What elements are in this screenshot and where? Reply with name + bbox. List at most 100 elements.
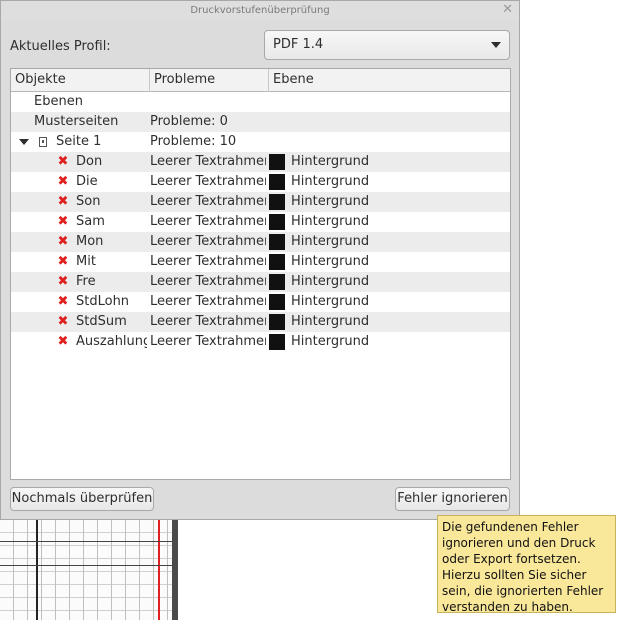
tree-row-layers[interactable]: Ebenen [11, 92, 510, 112]
object-name: Sam [76, 214, 105, 229]
layer-name: Hintergrund [291, 234, 370, 249]
object-cell: ✖ Mon [11, 232, 147, 252]
layer-name: Hintergrund [291, 154, 370, 169]
ignore-errors-button[interactable]: Fehler ignorieren [395, 487, 510, 511]
recheck-button[interactable]: Nochmals überprüfen [10, 487, 154, 511]
problems-cell: Leerer Textrahmen [150, 214, 266, 229]
layer-cell: Hintergrund [269, 172, 510, 192]
problems-cell: Leerer Textrahmen [150, 194, 266, 209]
window-title: Druckvorstufenüberprüfung [190, 5, 330, 16]
object-name: Mit [76, 254, 96, 269]
error-icon: ✖ [57, 254, 69, 269]
close-icon[interactable]: ✕ [502, 3, 513, 17]
object-name: Don [76, 154, 103, 169]
object-name: StdSum [76, 314, 127, 329]
problems-cell: Leerer Textrahmen [150, 334, 266, 349]
title-bar[interactable]: Druckvorstufenüberprüfung ✕ [1, 1, 519, 21]
column-header-objects[interactable]: Objekte [11, 69, 150, 92]
problems-cell: Leerer Textrahmen [150, 234, 266, 249]
expander-down-icon[interactable] [19, 139, 29, 145]
tree-row-issue[interactable]: ✖ Mit Leerer Textrahmen Hintergrund [11, 252, 510, 272]
tree-row-issue[interactable]: ✖ Die Leerer Textrahmen Hintergrund [11, 172, 510, 192]
object-cell: ✖ Auszahlung [11, 332, 147, 352]
object-cell: ✖ Die [11, 172, 147, 192]
object-cell: ✖ Son [11, 192, 147, 212]
object-name: Auszahlung [76, 334, 147, 349]
object-name: Die [76, 174, 98, 189]
layer-color-swatch [269, 174, 285, 190]
tree-row-issue[interactable]: ✖ StdLohn Leerer Textrahmen Hintergrund [11, 292, 510, 312]
object-cell: ✖ Sam [11, 212, 147, 232]
error-icon: ✖ [57, 334, 69, 349]
tree-row-master-pages[interactable]: Musterseiten Probleme: 0 [11, 112, 510, 132]
layer-cell: Hintergrund [269, 192, 510, 212]
layer-cell: Hintergrund [269, 252, 510, 272]
layer-color-swatch [269, 254, 285, 270]
layer-color-swatch [269, 214, 285, 230]
error-icon: ✖ [57, 294, 69, 309]
preflight-dialog: Druckvorstufenüberprüfung ✕ Aktuelles Pr… [0, 0, 520, 520]
object-name: Fre [76, 274, 96, 289]
tree-row-page-1[interactable]: Seite 1 Probleme: 10 [11, 132, 510, 152]
object-name: Son [76, 194, 101, 209]
layer-cell: Hintergrund [269, 232, 510, 252]
tree-row-issue[interactable]: ✖ StdSum Leerer Textrahmen Hintergrund [11, 312, 510, 332]
tree-row-issue[interactable]: ✖ Son Leerer Textrahmen Hintergrund [11, 192, 510, 212]
object-name: Musterseiten [34, 114, 119, 129]
profile-label: Aktuelles Profil: [10, 39, 111, 54]
tree-row-issue[interactable]: ✖ Fre Leerer Textrahmen Hintergrund [11, 272, 510, 292]
layer-color-swatch [269, 314, 285, 330]
profile-select[interactable]: PDF 1.4 [264, 30, 510, 60]
layer-cell: Hintergrund [269, 292, 510, 312]
tree-row-issue[interactable]: ✖ Sam Leerer Textrahmen Hintergrund [11, 212, 510, 232]
object-name: StdLohn [76, 294, 130, 309]
error-icon: ✖ [57, 214, 69, 229]
layer-cell: Hintergrund [269, 272, 510, 292]
layer-color-swatch [269, 334, 285, 350]
layer-color-swatch [269, 274, 285, 290]
canvas-scrollbar[interactable] [172, 520, 178, 620]
grid-guide-line [0, 541, 172, 542]
object-cell: ✖ Fre [11, 272, 147, 292]
column-header-layer[interactable]: Ebene [269, 69, 510, 92]
page-bleed-guide [158, 520, 160, 620]
problems-cell: Leerer Textrahmen [150, 274, 266, 289]
document-page-grid [0, 520, 172, 620]
problems-cell: Leerer Textrahmen [150, 174, 266, 189]
layer-name: Hintergrund [291, 334, 370, 349]
chevron-down-icon [491, 42, 501, 48]
layer-name: Hintergrund [291, 254, 370, 269]
column-header-problems[interactable]: Probleme [150, 69, 269, 92]
layer-cell: Hintergrund [269, 332, 510, 352]
tree-row-issue[interactable]: ✖ Don Leerer Textrahmen Hintergrund [11, 152, 510, 172]
layer-color-swatch [269, 154, 285, 170]
issues-tree[interactable]: Objekte Probleme Ebene Ebenen Musterseit… [10, 68, 511, 480]
grid-guide-line [0, 565, 172, 566]
layer-name: Hintergrund [291, 274, 370, 289]
tree-row-issue[interactable]: ✖ Mon Leerer Textrahmen Hintergrund [11, 232, 510, 252]
layer-cell: Hintergrund [269, 212, 510, 232]
problems-cell: Leerer Textrahmen [150, 294, 266, 309]
error-icon: ✖ [57, 174, 69, 189]
layer-name: Hintergrund [291, 194, 370, 209]
error-icon: ✖ [57, 314, 69, 329]
layer-color-swatch [269, 234, 285, 250]
object-cell: ✖ StdLohn [11, 292, 147, 312]
object-cell: ✖ StdSum [11, 312, 147, 332]
problems-cell: Leerer Textrahmen [150, 314, 266, 329]
object-name: Seite 1 [56, 134, 102, 149]
object-cell: Seite 1 [11, 132, 147, 152]
problems-cell: Probleme: 0 [150, 114, 228, 129]
page-icon [39, 137, 47, 147]
tree-row-issue[interactable]: ✖ Auszahlung Leerer Textrahmen Hintergru… [11, 332, 510, 352]
layer-cell: Hintergrund [269, 312, 510, 332]
tooltip: Die gefundenen Fehler ignorieren und den… [437, 515, 616, 614]
object-cell: Musterseiten [11, 112, 147, 132]
layer-name: Hintergrund [291, 294, 370, 309]
layer-color-swatch [269, 294, 285, 310]
object-name: Mon [76, 234, 104, 249]
profile-selected-value: PDF 1.4 [273, 37, 324, 52]
layer-name: Hintergrund [291, 314, 370, 329]
object-cell: ✖ Don [11, 152, 147, 172]
error-icon: ✖ [57, 274, 69, 289]
